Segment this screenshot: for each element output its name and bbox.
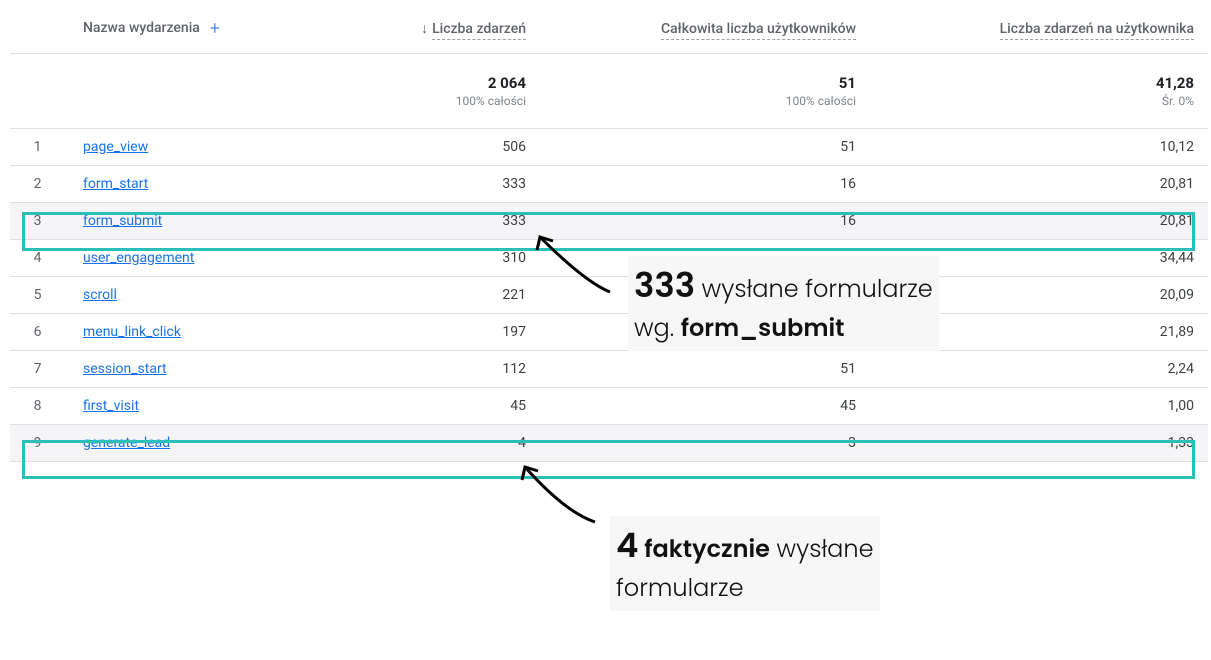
event-name-link[interactable]: generate_lead (83, 435, 170, 451)
row-event-name-cell: form_start (65, 166, 325, 203)
row-event-count: 112 (325, 351, 540, 388)
event-name-link[interactable]: scroll (83, 287, 117, 303)
row-total-users: 16 (540, 166, 870, 203)
row-events-per-user: 1,33 (870, 425, 1208, 462)
row-index: 1 (10, 129, 65, 166)
row-events-per-user: 10,12 (870, 129, 1208, 166)
event-name-link[interactable]: page_view (83, 139, 148, 155)
event-name-link[interactable]: menu_link_click (83, 324, 181, 340)
table-row: 7 session_start 112512,24 (10, 351, 1208, 388)
table-row: 5scroll22120,09 (10, 277, 1208, 314)
row-index: 4 (10, 240, 65, 277)
row-index: 3 (10, 203, 65, 240)
row-total-users: 45 (540, 388, 870, 425)
row-event-count: 310 (325, 240, 540, 277)
total-users: 51100% całości (540, 54, 870, 129)
total-event-count: 2 064100% całości (325, 54, 540, 129)
table-row: 4user_engagement31034,44 (10, 240, 1208, 277)
column-header-event-name[interactable]: Nazwa wydarzenia+ (65, 0, 325, 54)
table-row: 8first_visit45451,00 (10, 388, 1208, 425)
row-events-per-user: 1,00 (870, 388, 1208, 425)
row-index: 6 (10, 314, 65, 351)
event-name-link[interactable]: form_start (83, 176, 148, 192)
total-events-per-user: 41,28Śr. 0% (870, 54, 1208, 129)
add-dimension-icon[interactable]: + (210, 18, 220, 39)
row-events-per-user: 20,81 (870, 166, 1208, 203)
row-event-name-cell: generate_lead (65, 425, 325, 462)
row-event-count: 333 (325, 166, 540, 203)
event-name-link[interactable]: session_start (83, 361, 167, 377)
row-event-count: 221 (325, 277, 540, 314)
row-event-name-cell: first_visit (65, 388, 325, 425)
row-event-name-cell: user_engagement (65, 240, 325, 277)
row-index: 9 (10, 425, 65, 462)
table-row: 6menu_link_click19721,89 (10, 314, 1208, 351)
row-event-count: 333 (325, 203, 540, 240)
row-event-count: 506 (325, 129, 540, 166)
row-event-name-cell: scroll (65, 277, 325, 314)
column-header-events-per-user[interactable]: Liczba zdarzeń na użytkownika (870, 0, 1208, 54)
table-header-row: Nazwa wydarzenia+ ↓Liczba zdarzeń Całkow… (10, 0, 1208, 54)
event-name-link[interactable]: user_engagement (83, 250, 194, 266)
row-event-name-cell: menu_link_click (65, 314, 325, 351)
row-event-name-cell: page_view (65, 129, 325, 166)
row-index: 2 (10, 166, 65, 203)
column-header-event-count[interactable]: ↓Liczba zdarzeń (325, 0, 540, 54)
events-table: Nazwa wydarzenia+ ↓Liczba zdarzeń Całkow… (10, 0, 1208, 462)
event-name-link[interactable]: form_submit (83, 213, 162, 229)
row-event-name-cell: form_submit (65, 203, 325, 240)
table-summary-row: 2 064100% całości 51100% całości 41,28Śr… (10, 54, 1208, 129)
table-row: 9 generate_lead 431,33 (10, 425, 1208, 462)
sort-desc-icon: ↓ (421, 21, 428, 37)
table-row: 2 form_start 3331620,81 (10, 166, 1208, 203)
row-event-count: 4 (325, 425, 540, 462)
annotation-generate-lead: 4 faktycznie wysłane formularze (610, 516, 880, 611)
annotation-arrow-bottom (510, 462, 610, 532)
events-table-container: Nazwa wydarzenia+ ↓Liczba zdarzeń Całkow… (10, 0, 1208, 462)
row-events-per-user: 20,81 (870, 203, 1208, 240)
row-total-users: 16 (540, 203, 870, 240)
row-event-count: 197 (325, 314, 540, 351)
row-events-per-user: 2,24 (870, 351, 1208, 388)
annotation-form-submit: 333 wysłane formularze wg. form_submit (628, 256, 939, 351)
row-index: 8 (10, 388, 65, 425)
column-header-total-users[interactable]: Całkowita liczba użytkowników (540, 0, 870, 54)
row-event-name-cell: session_start (65, 351, 325, 388)
table-row: 1 page_view 5065110,12 (10, 129, 1208, 166)
row-index: 7 (10, 351, 65, 388)
row-event-count: 45 (325, 388, 540, 425)
row-total-users: 3 (540, 425, 870, 462)
row-total-users: 51 (540, 129, 870, 166)
table-row: 3 form_submit 3331620,81 (10, 203, 1208, 240)
row-index: 5 (10, 277, 65, 314)
row-total-users: 51 (540, 351, 870, 388)
event-name-link[interactable]: first_visit (83, 398, 139, 414)
